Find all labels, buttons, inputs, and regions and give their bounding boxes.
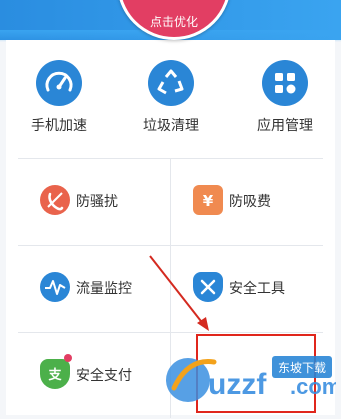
- watermark-logo: uzzf 东坡下载 .com: [160, 338, 341, 411]
- svg-text:.com: .com: [290, 374, 336, 399]
- svg-text:uzzf: uzzf: [208, 368, 267, 401]
- svg-text:东坡下载: 东坡下载: [278, 361, 326, 375]
